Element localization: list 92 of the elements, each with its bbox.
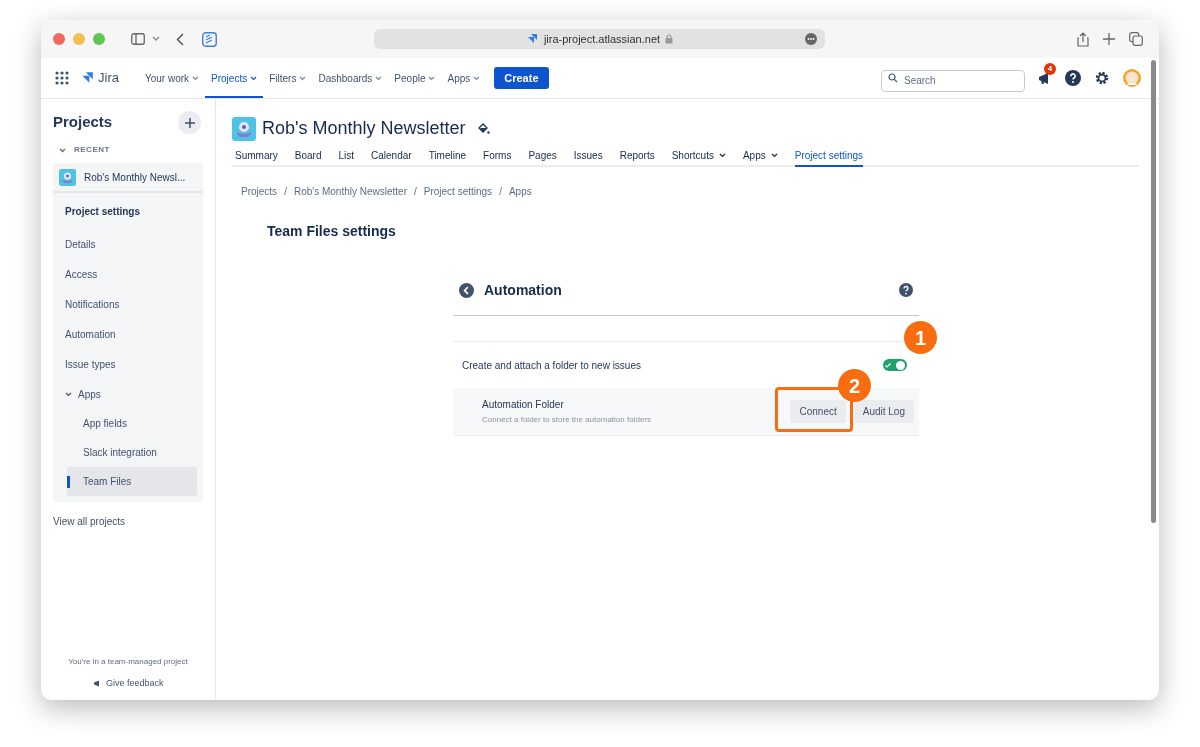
app-switcher-icon[interactable] <box>55 71 69 85</box>
setting-label: Create and attach a folder to new issues <box>462 358 641 373</box>
project-tab[interactable]: Summary <box>235 145 278 167</box>
project-type-note: You're in a team-managed project <box>67 656 189 668</box>
nav-tab[interactable]: People <box>388 58 442 98</box>
breadcrumb-separator: / <box>284 185 287 199</box>
project-tab[interactable]: Calendar <box>371 145 412 167</box>
chevron-down-icon[interactable] <box>152 36 160 42</box>
plus-icon[interactable] <box>1103 33 1115 45</box>
jira-logo[interactable]: Jira <box>80 68 119 88</box>
project-tab[interactable]: Reports <box>619 145 655 167</box>
breadcrumb-link[interactable]: Projects <box>241 184 278 199</box>
lock-icon <box>665 34 674 44</box>
sidebar-item[interactable]: Slack integration <box>67 438 197 467</box>
breadcrumb-link[interactable]: Apps <box>508 184 532 199</box>
project-name: Rob's Monthly Newsl... <box>84 170 186 185</box>
nav-tab[interactable]: Projects <box>205 58 264 98</box>
paint-bucket-icon[interactable] <box>477 122 490 135</box>
sidebar-item[interactable]: Details <box>53 229 203 259</box>
add-project-button[interactable] <box>178 111 201 134</box>
chevron-down-icon <box>770 152 778 158</box>
project-tab[interactable]: Project settings <box>794 145 864 167</box>
nav-tab[interactable]: Apps <box>441 58 487 98</box>
sidebar-item[interactable]: Team Files <box>67 467 197 496</box>
plus-icon <box>184 117 195 128</box>
chevron-down-icon <box>375 75 383 81</box>
chevron-down-icon <box>473 75 481 81</box>
search-field[interactable]: Search <box>881 69 1025 92</box>
chevron-down-icon <box>250 75 258 81</box>
sidebar-toggle-icon[interactable] <box>131 33 145 45</box>
tab-icon[interactable] <box>202 31 217 47</box>
breadcrumb-separator: / <box>499 185 502 199</box>
chevron-down-icon[interactable] <box>59 147 66 153</box>
project-tab[interactable]: Pages <box>528 145 557 167</box>
sidebar-item[interactable]: Automation <box>53 319 203 349</box>
project-avatar-icon <box>59 168 76 186</box>
page-title: Team Files settings <box>267 222 397 241</box>
breadcrumb-link[interactable]: Project settings <box>423 184 493 199</box>
tabs-overview-icon[interactable] <box>1129 32 1143 46</box>
chevron-down-icon <box>718 152 726 158</box>
chevron-down-icon[interactable] <box>65 391 72 397</box>
project-tab[interactable]: Shortcuts <box>671 145 726 167</box>
connect-button[interactable]: Connect <box>790 400 846 423</box>
project-tab[interactable]: Timeline <box>428 145 467 167</box>
breadcrumb-link[interactable]: Rob's Monthly Newsletter <box>293 184 407 199</box>
notification-badge: 4 <box>1044 62 1056 75</box>
nav-tab[interactable]: Your work <box>138 58 206 98</box>
project-tab[interactable]: Board <box>294 145 322 167</box>
project-tab[interactable]: Forms <box>483 145 512 167</box>
sidebar-item[interactable]: Apps <box>53 379 203 409</box>
search-icon <box>888 73 898 83</box>
breadcrumb-separator: / <box>413 185 417 199</box>
project-avatar-icon <box>232 116 256 141</box>
create-button[interactable]: Create <box>494 67 549 89</box>
folder-description: Connect a folder to store the automation folders <box>482 414 651 426</box>
sidebar-item[interactable]: Access <box>53 259 203 289</box>
back-icon[interactable] <box>176 32 184 46</box>
url-text: jira-project.atlassian.net <box>543 31 661 47</box>
help-icon[interactable] <box>899 283 913 297</box>
sidebar-title: Projects <box>53 112 113 133</box>
nav-tab[interactable]: Dashboards <box>312 58 389 98</box>
sidebar-item[interactable]: Notifications <box>53 289 203 319</box>
address-bar[interactable]: jira-project.atlassian.net <box>374 29 825 49</box>
recent-project-item[interactable]: Rob's Monthly Newsl... <box>53 163 203 193</box>
view-all-projects-link[interactable]: View all projects <box>53 514 126 529</box>
nav-tab[interactable]: Filters <box>263 58 313 98</box>
sidebar-item[interactable]: Issue types <box>53 349 203 379</box>
project-tab[interactable]: Apps <box>742 145 778 167</box>
section-heading: RECENT <box>74 144 110 156</box>
settings-icon[interactable] <box>1094 70 1110 86</box>
panel-title: Automation <box>484 280 562 300</box>
megaphone-icon <box>93 679 101 687</box>
help-icon[interactable] <box>1065 70 1081 86</box>
back-icon[interactable] <box>459 282 474 298</box>
audit-log-button[interactable]: Audit Log <box>853 400 914 423</box>
chevron-down-icon <box>428 75 436 81</box>
project-title: Rob's Monthly Newsletter <box>262 117 466 140</box>
check-icon <box>885 362 891 368</box>
project-tab[interactable]: List <box>338 145 355 167</box>
close-window-button[interactable] <box>53 33 65 45</box>
chevron-down-icon <box>299 75 307 81</box>
give-feedback-link[interactable]: Give feedback <box>93 676 164 690</box>
sidebar-item[interactable]: App fields <box>67 409 197 438</box>
callout-badge: 1 <box>904 321 937 354</box>
share-icon[interactable] <box>1077 31 1089 47</box>
settings-heading: Project settings <box>65 204 141 219</box>
toggle-switch[interactable] <box>883 359 907 371</box>
scrollbar[interactable] <box>1151 60 1156 523</box>
chevron-down-icon <box>192 75 200 81</box>
folder-title: Automation Folder <box>482 398 565 412</box>
project-tab[interactable]: Issues <box>573 145 603 167</box>
more-icon[interactable] <box>805 33 817 45</box>
